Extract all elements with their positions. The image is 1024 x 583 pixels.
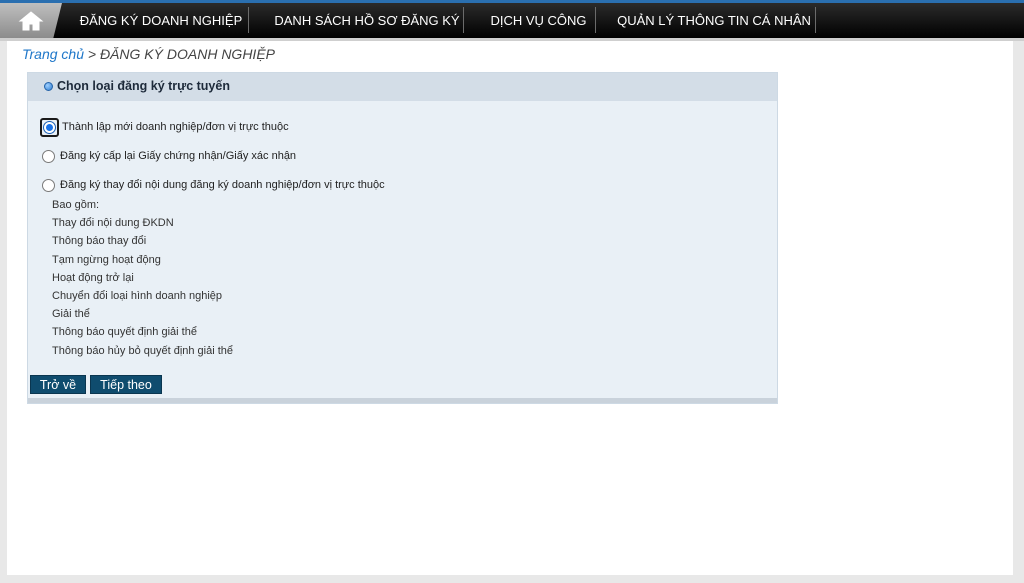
nav-dang-ky-doanh-nghiep[interactable]: ĐĂNG KÝ DOANH NGHIỆP <box>74 3 248 38</box>
includes-item: Thông báo thay đổi <box>52 235 147 247</box>
radio-focus-ring <box>40 117 59 137</box>
includes-item: Thông báo quyết định giải thể <box>52 326 197 338</box>
panel-title: Chọn loại đăng ký trực tuyến <box>57 79 230 93</box>
radio-thanh-lap-moi[interactable] <box>43 120 56 134</box>
includes-item: Hoạt động trở lại <box>52 272 134 284</box>
nav-separator <box>248 7 249 33</box>
nav-separator <box>815 7 816 33</box>
option-label[interactable]: Đăng ký cấp lại Giấy chứng nhận/Giấy xác… <box>60 150 296 162</box>
back-button[interactable]: Trở về <box>30 375 86 394</box>
content-area: Trang chủ > ĐĂNG KÝ DOANH NGHIỆP Chọn lo… <box>7 41 1013 575</box>
radio-cap-lai[interactable] <box>42 149 55 163</box>
breadcrumb: Trang chủ > ĐĂNG KÝ DOANH NGHIỆP <box>22 46 275 62</box>
option-label[interactable]: Thành lập mới doanh nghiệp/đơn vị trực t… <box>62 121 289 133</box>
home-button[interactable] <box>0 3 62 38</box>
panel-footer-bar <box>28 398 777 403</box>
nav-dich-vu-cong[interactable]: DỊCH VỤ CÔNG <box>480 3 597 38</box>
nav-danh-sach-ho-so[interactable]: DANH SÁCH HỒ SƠ ĐĂNG KÝ <box>272 3 462 38</box>
includes-item: Thay đổi nội dung ĐKDN <box>52 217 174 229</box>
includes-item: Giải thể <box>52 308 90 320</box>
nav-quan-ly-thong-tin[interactable]: QUẢN LÝ THÔNG TIN CÁ NHÂN <box>612 3 816 38</box>
nav-separator <box>463 7 464 33</box>
radio-thay-doi-noi-dung[interactable] <box>42 178 55 192</box>
includes-item: Thông báo hủy bỏ quyết định giải thể <box>52 345 234 357</box>
panel-header: Chọn loại đăng ký trực tuyến <box>28 73 777 101</box>
home-icon <box>18 10 44 30</box>
option-thay-doi-noi-dung[interactable]: Đăng ký thay đổi nội dung đăng ký doanh … <box>42 177 385 193</box>
breadcrumb-home-link[interactable]: Trang chủ <box>22 46 84 62</box>
option-thanh-lap-moi[interactable]: Thành lập mới doanh nghiệp/đơn vị trực t… <box>40 117 289 137</box>
registration-type-panel: Chọn loại đăng ký trực tuyến Thành lập m… <box>27 72 778 404</box>
includes-item: Chuyển đổi loại hình doanh nghiệp <box>52 290 223 302</box>
includes-item: Tạm ngừng hoạt động <box>52 254 161 266</box>
top-navigation-bar: ĐĂNG KÝ DOANH NGHIỆP DANH SÁCH HỒ SƠ ĐĂN… <box>0 0 1024 41</box>
includes-title: Bao gồm: <box>52 199 100 211</box>
nav-separator <box>595 7 596 33</box>
breadcrumb-separator: > <box>84 46 100 62</box>
option-label[interactable]: Đăng ký thay đổi nội dung đăng ký doanh … <box>60 179 385 191</box>
next-button[interactable]: Tiếp theo <box>90 375 162 394</box>
option-cap-lai[interactable]: Đăng ký cấp lại Giấy chứng nhận/Giấy xác… <box>42 148 296 164</box>
breadcrumb-current: ĐĂNG KÝ DOANH NGHIỆP <box>99 46 275 62</box>
bullet-icon <box>44 82 53 91</box>
